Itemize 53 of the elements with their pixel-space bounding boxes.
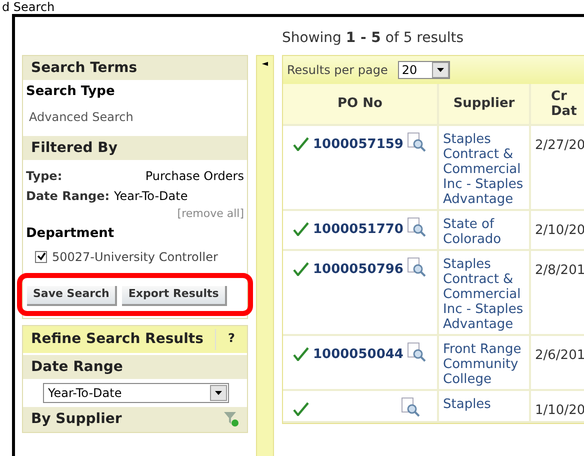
document-magnifier-icon[interactable]: [407, 217, 428, 237]
check-icon: [293, 262, 309, 276]
po-number-link[interactable]: 1000050796: [313, 257, 404, 280]
po-number-link[interactable]: 1000051770: [313, 217, 404, 240]
field-label: Department: [26, 225, 116, 243]
collapse-arrow[interactable]: ◄: [262, 58, 268, 70]
filter-value: Purchase Orders: [145, 168, 244, 184]
supplier-link[interactable]: Staples Contract & Commercial Inc - Staples Advantage: [443, 257, 529, 332]
document-magnifier-icon[interactable]: [401, 397, 421, 417]
page-title: d Search: [1, 0, 56, 14]
date-cell: 2/10/20: [535, 223, 584, 238]
section-header: Date Range: [23, 354, 247, 378]
section-header: Refine Search Results: [31, 330, 204, 348]
checkbox[interactable]: [35, 250, 47, 262]
column-header[interactable]: Supplier: [439, 84, 531, 126]
check-icon: [293, 137, 309, 151]
section-header: Filtered By: [23, 136, 247, 160]
supplier-link[interactable]: Staples: [443, 397, 529, 412]
check-icon: [293, 347, 309, 361]
check-icon: [293, 402, 309, 416]
filter-label: Date Range:: [26, 188, 111, 205]
document-magnifier-icon[interactable]: [407, 132, 428, 152]
date-cell: 2/27/20: [535, 138, 584, 153]
per-page-label: Results per page: [287, 62, 388, 79]
date-cell: 2/8/201: [535, 263, 584, 278]
checkbox-label: 50027-University Controller: [52, 248, 218, 266]
date-range-select[interactable]: Year-To-Date: [43, 382, 229, 402]
results-count: Showing 1 - 5 of 5 results: [282, 29, 465, 48]
filter-icon[interactable]: [223, 411, 239, 427]
supplier-link[interactable]: State of Colorado: [443, 217, 529, 247]
po-number-link[interactable]: 1000050044: [313, 342, 404, 364]
remove-all-link[interactable]: [remove all]: [177, 206, 244, 222]
column-header[interactable]: Cr Dat: [531, 84, 584, 126]
po-number-link[interactable]: 1000057159: [313, 132, 404, 154]
export-results-button[interactable]: Export Results: [122, 286, 227, 306]
document-magnifier-icon[interactable]: [407, 342, 428, 362]
help-button[interactable]: ?: [215, 328, 239, 350]
document-magnifier-icon[interactable]: [407, 257, 428, 277]
save-search-button[interactable]: Save Search: [27, 286, 118, 306]
date-cell: 1/10/20: [535, 403, 584, 418]
column-header[interactable]: PO No: [283, 84, 439, 126]
filter-value: Year-To-Date: [114, 188, 188, 204]
section-header: By Supplier: [31, 410, 122, 428]
checkmark-icon: [36, 252, 46, 261]
date-cell: 2/6/201: [535, 348, 584, 363]
supplier-link[interactable]: Staples Contract & Commercial Inc - Staples Advantage: [443, 132, 529, 207]
supplier-link[interactable]: Front Range Community College: [443, 342, 529, 387]
section-header: Search Terms: [23, 56, 247, 80]
filter-label: Type:: [26, 168, 64, 185]
field-value: Advanced Search: [28, 108, 134, 126]
check-icon: [293, 222, 309, 236]
per-page-select[interactable]: 20: [398, 61, 450, 79]
field-label: Search Type: [26, 83, 116, 101]
